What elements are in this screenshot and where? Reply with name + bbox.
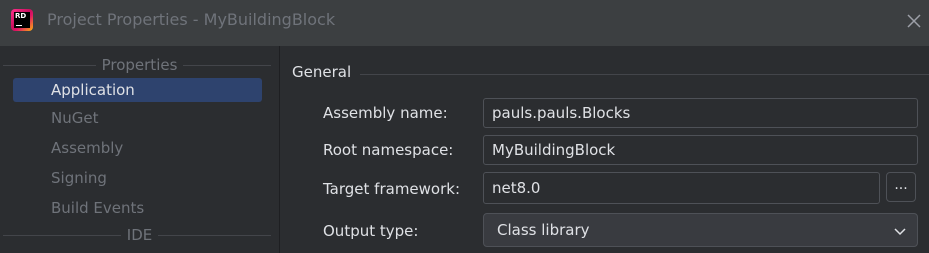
browse-button[interactable]: ... <box>886 172 916 202</box>
sidebar-item-label: Signing <box>51 169 107 187</box>
window-title: Project Properties - MyBuildingBlock <box>47 10 336 29</box>
root-namespace-field[interactable]: MyBuildingBlock <box>483 135 918 165</box>
section-header-label: Properties <box>95 56 184 74</box>
assembly-name-label: Assembly name: <box>323 104 448 122</box>
rider-app-icon: RD <box>11 9 33 31</box>
output-type-value: Class library <box>497 221 590 239</box>
sidebar-item-signing[interactable]: Signing <box>13 166 262 190</box>
sidebar-item-application[interactable]: Application <box>13 78 262 102</box>
app-icon-text: RD <box>15 12 27 20</box>
close-icon[interactable] <box>905 12 923 30</box>
section-header-label: IDE <box>120 226 159 244</box>
sidebar-item-label: NuGet <box>51 109 99 127</box>
sidebar-item-build-events[interactable]: Build Events <box>13 196 262 220</box>
target-framework-field[interactable]: net8.0 <box>483 172 880 204</box>
group-divider <box>360 74 929 75</box>
sidebar-item-label: Assembly <box>51 139 124 157</box>
root-namespace-label: Root namespace: <box>323 141 454 159</box>
section-header-properties: Properties <box>0 56 279 74</box>
output-type-label: Output type: <box>323 222 419 240</box>
sidebar-item-label: Application <box>51 81 135 99</box>
target-framework-label: Target framework: <box>323 180 461 198</box>
main-panel: General Assembly name: pauls.pauls.Block… <box>280 46 929 253</box>
sidebar: Properties Application NuGet Assembly Si… <box>0 46 279 253</box>
sidebar-item-assembly[interactable]: Assembly <box>13 136 262 160</box>
assembly-name-field[interactable]: pauls.pauls.Blocks <box>483 98 918 128</box>
sidebar-item-label: Build Events <box>51 199 145 217</box>
section-header-ide: IDE <box>0 226 279 244</box>
title-bar: RD Project Properties - MyBuildingBlock <box>0 0 929 46</box>
chevron-down-icon <box>893 224 907 238</box>
group-title: General <box>292 63 352 81</box>
sidebar-item-nuget[interactable]: NuGet <box>13 106 262 130</box>
output-type-dropdown[interactable]: Class library <box>483 213 918 247</box>
